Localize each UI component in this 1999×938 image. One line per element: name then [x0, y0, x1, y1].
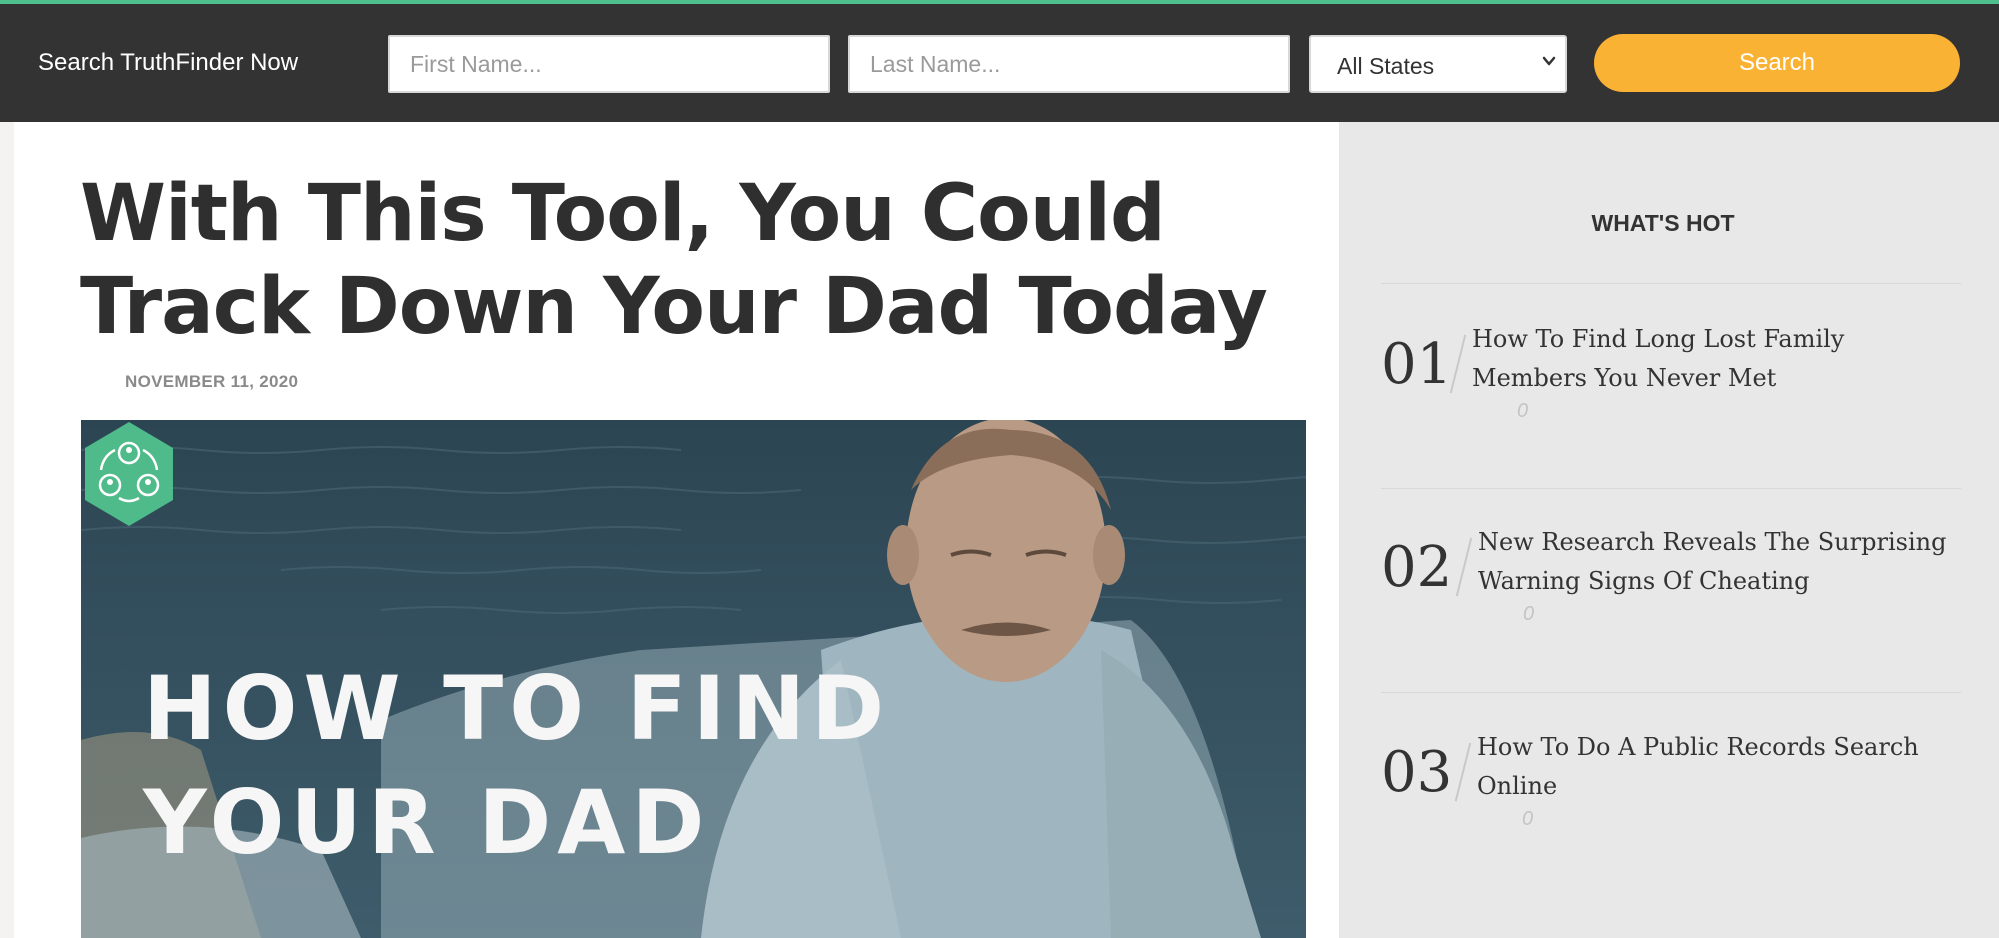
hero-image: HOW TO FIND YOUR DAD — [81, 420, 1306, 938]
search-bar: Search TruthFinder Now All States Search — [0, 4, 1999, 122]
hot-item-comment-count: 0 — [1523, 603, 1535, 625]
sidebar-divider — [1381, 283, 1961, 284]
search-bar-label: Search TruthFinder Now — [38, 49, 299, 76]
hero-overlay-text: HOW TO FIND YOUR DAD — [143, 652, 890, 880]
hot-item-number: 01 — [1381, 332, 1453, 397]
sidebar-divider — [1381, 692, 1961, 693]
hot-item-link[interactable]: How To Find Long Lost Family Members You… — [1472, 320, 1942, 398]
sidebar-divider — [1381, 488, 1961, 489]
hot-item-number: 03 — [1381, 740, 1453, 805]
people-cycle-hexagon-icon — [85, 422, 173, 526]
hero-text-line1: HOW TO FIND — [143, 657, 891, 760]
hot-item-number: 02 — [1381, 535, 1453, 600]
hot-item-1[interactable]: 01 How To Find Long Lost Family Members … — [1381, 320, 1961, 440]
hot-item-link[interactable]: New Research Reveals The Surprising Warn… — [1478, 523, 1948, 601]
hot-item-2[interactable]: 02 New Research Reveals The Surprising W… — [1381, 523, 1961, 643]
chevron-down-icon — [1542, 56, 1556, 66]
state-select-value: All States — [1337, 53, 1435, 79]
first-name-input[interactable] — [388, 35, 830, 93]
hot-item-slash — [1454, 742, 1472, 802]
hot-item-comment-count: 0 — [1522, 808, 1534, 830]
last-name-input[interactable] — [848, 35, 1290, 93]
hero-text-line2: YOUR DAD — [143, 771, 711, 874]
hot-item-slash — [1455, 537, 1473, 597]
sidebar-title: WHAT'S HOT — [1591, 210, 1735, 236]
state-select[interactable]: All States — [1309, 35, 1567, 93]
whats-hot-sidebar: WHAT'S HOT 01 How To Find Long Lost Fami… — [1339, 122, 1999, 938]
article-date: NOVEMBER 11, 2020 — [125, 372, 299, 391]
hot-item-3[interactable]: 03 How To Do A Public Records Search Onl… — [1381, 728, 1961, 848]
article-title: With This Tool, You Could Track Down You… — [80, 169, 1268, 352]
hot-item-comment-count: 0 — [1517, 400, 1529, 422]
hot-item-link[interactable]: How To Do A Public Records Search Online — [1477, 728, 1947, 806]
article-main: With This Tool, You Could Track Down You… — [14, 122, 1339, 938]
search-button[interactable]: Search — [1594, 34, 1960, 92]
